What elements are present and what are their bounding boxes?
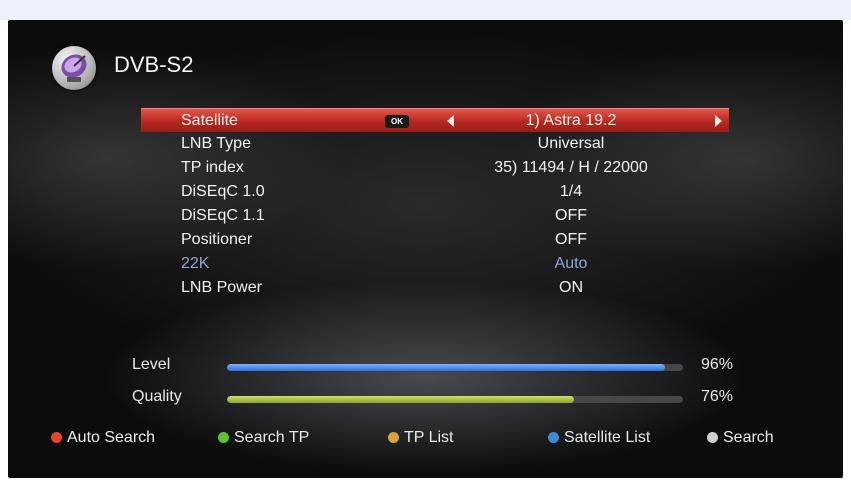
quality-bar-fill xyxy=(227,396,574,403)
level-label: Level xyxy=(132,356,171,373)
row-label: DiSEqC 1.1 xyxy=(181,207,265,224)
row-value: Universal xyxy=(537,135,605,152)
row-label: DiSEqC 1.0 xyxy=(181,183,265,200)
settings-menu: Satellite OK 1) Astra 19.2 LNB Type Univ… xyxy=(141,108,729,300)
row-value: 1/4 xyxy=(559,183,583,200)
footer-tp-list[interactable]: TP List xyxy=(388,429,454,447)
white-dot-icon xyxy=(707,432,718,443)
row-label: 22K xyxy=(181,255,210,272)
yellow-dot-icon xyxy=(388,432,399,443)
footer-search[interactable]: Search xyxy=(707,429,774,447)
row-value: OFF xyxy=(555,207,587,224)
menu-row-diseqc-1-1[interactable]: DiSEqC 1.1 OFF xyxy=(141,204,729,228)
quality-percent: 76% xyxy=(701,388,734,405)
menu-row-tp-index[interactable]: TP index 35) 11494 / H / 22000 xyxy=(141,156,729,180)
footer-label: TP List xyxy=(404,429,454,446)
tv-menu-screen: DVB-S2 Satellite OK 1) Astra 19.2 LNB Ty… xyxy=(8,20,843,478)
menu-row-lnb-power[interactable]: LNB Power ON xyxy=(141,276,729,300)
green-dot-icon xyxy=(218,432,229,443)
row-value: Auto xyxy=(554,255,588,272)
quality-label: Quality xyxy=(132,388,182,405)
footer-label: Search xyxy=(723,429,774,446)
footer-label: Auto Search xyxy=(67,429,156,446)
level-bar xyxy=(227,364,683,371)
row-label: TP index xyxy=(181,159,244,176)
row-label: LNB Type xyxy=(181,135,251,152)
blue-dot-icon xyxy=(548,432,559,443)
level-bar-fill xyxy=(227,364,665,371)
footer-search-tp[interactable]: Search TP xyxy=(218,429,309,447)
arrow-left-icon[interactable] xyxy=(447,115,454,127)
quality-bar xyxy=(227,396,683,403)
background-top xyxy=(0,0,851,20)
satellite-dish-icon xyxy=(52,46,96,90)
row-label: Satellite xyxy=(181,112,238,129)
footer-auto-search[interactable]: Auto Search xyxy=(51,429,155,447)
level-percent: 96% xyxy=(701,356,734,373)
menu-row-satellite[interactable]: Satellite OK 1) Astra 19.2 xyxy=(141,108,729,132)
page-title: DVB-S2 xyxy=(114,52,194,77)
arrow-right-icon[interactable] xyxy=(715,115,722,127)
row-value: OFF xyxy=(555,231,587,248)
row-value: 1) Astra 19.2 xyxy=(525,112,617,129)
footer-label: Search TP xyxy=(234,429,310,446)
ok-badge: OK xyxy=(385,115,409,128)
row-value: 35) 11494 / H / 22000 xyxy=(494,159,648,176)
footer-satellite-list[interactable]: Satellite List xyxy=(548,429,650,447)
row-value: ON xyxy=(559,279,583,296)
menu-row-positioner[interactable]: Positioner OFF xyxy=(141,228,729,252)
row-label: LNB Power xyxy=(181,279,262,296)
red-dot-icon xyxy=(51,432,62,443)
row-label: Positioner xyxy=(181,231,253,248)
menu-row-diseqc-1-0[interactable]: DiSEqC 1.0 1/4 xyxy=(141,180,729,204)
menu-row-lnb-type[interactable]: LNB Type Universal xyxy=(141,132,729,156)
footer-label: Satellite List xyxy=(564,429,651,446)
menu-row-22k[interactable]: 22K Auto xyxy=(141,252,729,276)
